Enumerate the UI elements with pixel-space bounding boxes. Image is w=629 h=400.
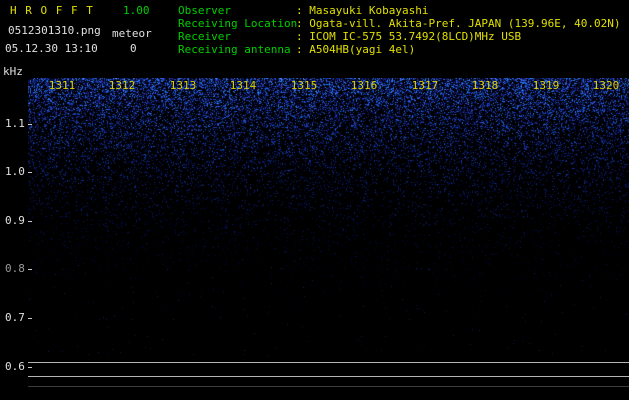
y-tickmark bbox=[28, 221, 32, 222]
x-tick-1313: 1313 bbox=[168, 80, 198, 92]
receiving-location-label: Receiving Location bbox=[178, 18, 297, 30]
receiving-antenna-label: Receiving antenna bbox=[178, 44, 291, 56]
x-tick-1316: 1316 bbox=[349, 80, 379, 92]
y-axis-unit: kHz bbox=[3, 66, 23, 78]
y-tick-0-6: 0.6 bbox=[5, 361, 25, 373]
x-tick-1315: 1315 bbox=[289, 80, 319, 92]
receiver-label: Receiver bbox=[178, 31, 231, 43]
signal-level-upper-line bbox=[28, 362, 629, 363]
meteor-counter-value: 0 bbox=[130, 43, 137, 55]
y-tick-1-1: 1.1 bbox=[5, 118, 25, 130]
receiving-location-value: : Ogata-vill. Akita-Pref. JAPAN (139.96E… bbox=[296, 18, 621, 30]
x-tick-1317: 1317 bbox=[410, 80, 440, 92]
y-tick-0-7: 0.7 bbox=[5, 312, 25, 324]
observer-label: Observer bbox=[178, 5, 231, 17]
output-filename: 0512301310.png bbox=[8, 25, 101, 37]
receiving-antenna-value: : A504HB(yagi 4el) bbox=[296, 44, 415, 56]
y-tickmark bbox=[28, 172, 32, 173]
y-tick-1-0: 1.0 bbox=[5, 166, 25, 178]
y-tickmark bbox=[28, 318, 32, 319]
x-tick-1320: 1320 bbox=[591, 80, 621, 92]
receiver-value: : ICOM IC-575 53.7492(8LCD)MHz USB bbox=[296, 31, 521, 43]
app-version: 1.00 bbox=[123, 5, 150, 17]
spectrogram bbox=[28, 78, 629, 358]
x-tick-1311: 1311 bbox=[47, 80, 77, 92]
x-tick-1319: 1319 bbox=[531, 80, 561, 92]
y-tickmark bbox=[28, 124, 32, 125]
signal-level-bottom-border bbox=[28, 386, 629, 387]
x-tick-1312: 1312 bbox=[107, 80, 137, 92]
signal-level-lower-line bbox=[28, 376, 629, 377]
meteor-counter-label: meteor bbox=[112, 28, 152, 40]
app-title: H R O F F T bbox=[10, 5, 94, 17]
x-tick-1318: 1318 bbox=[470, 80, 500, 92]
x-tick-1314: 1314 bbox=[228, 80, 258, 92]
observer-value: : Masayuki Kobayashi bbox=[296, 5, 428, 17]
y-tickmark bbox=[28, 269, 32, 270]
observation-datetime: 05.12.30 13:10 bbox=[5, 43, 98, 55]
y-tick-0-9: 0.9 bbox=[5, 215, 25, 227]
hrofft-window: H R O F F T 1.00 0512301310.png meteor 0… bbox=[0, 0, 629, 400]
y-tick-0-8: 0.8 bbox=[5, 263, 25, 275]
y-tickmark bbox=[28, 367, 32, 368]
